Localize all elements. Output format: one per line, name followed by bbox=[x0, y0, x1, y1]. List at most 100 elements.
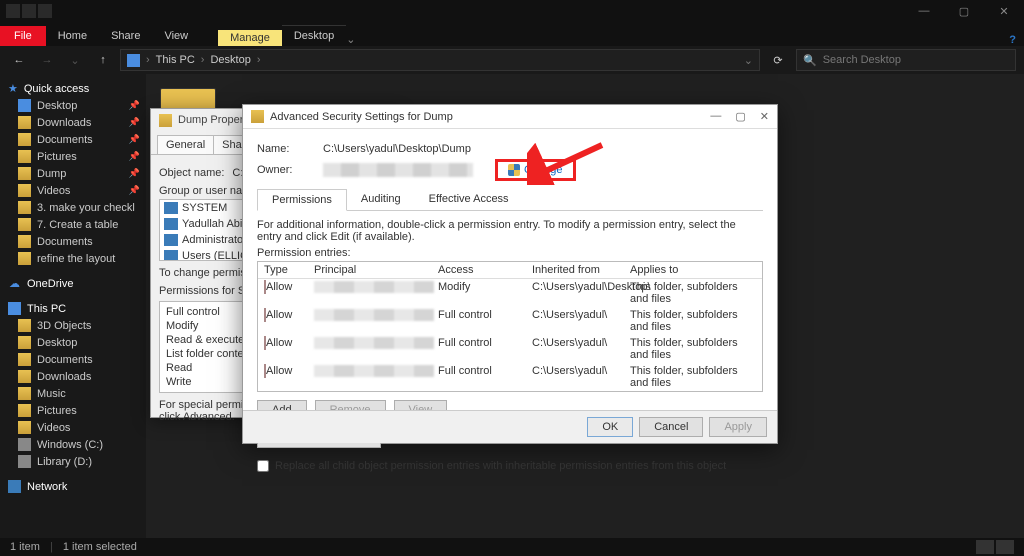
sidebar-item[interactable]: 3D Objects bbox=[0, 317, 146, 334]
maximize-button[interactable]: ▢ bbox=[944, 0, 984, 22]
sidebar-item[interactable]: Downloads bbox=[0, 368, 146, 385]
security-icon bbox=[264, 308, 266, 322]
sidebar-item[interactable]: Videos📌 bbox=[0, 182, 146, 199]
tab-permissions[interactable]: Permissions bbox=[257, 189, 347, 211]
close-button[interactable]: ✕ bbox=[984, 0, 1024, 22]
tab-effective-access[interactable]: Effective Access bbox=[415, 189, 523, 210]
sidebar-item[interactable]: refine the layout bbox=[0, 250, 146, 267]
qat-icon-3[interactable] bbox=[38, 4, 52, 18]
owner-label: Owner: bbox=[257, 164, 307, 176]
permission-grid[interactable]: Type Principal Access Inherited from App… bbox=[257, 261, 763, 392]
address-bar: ← → ⌄ ↑ › This PC › Desktop › ⌄ ⟳ 🔍 Sear… bbox=[0, 46, 1024, 74]
sidebar-item-label: refine the layout bbox=[37, 253, 115, 265]
pin-icon: 📌 bbox=[129, 117, 140, 128]
close-button[interactable]: ✕ bbox=[760, 110, 769, 123]
titlebar: — ▢ ✕ bbox=[0, 0, 1024, 22]
sidebar-item[interactable]: Desktop📌 bbox=[0, 97, 146, 114]
sidebar-item-label: Documents bbox=[37, 354, 93, 366]
folder-icon bbox=[18, 404, 31, 417]
maximize-button[interactable]: ▢ bbox=[735, 110, 745, 123]
sidebar-item-label: Videos bbox=[37, 422, 70, 434]
principal-blurred bbox=[314, 365, 434, 377]
address-dropdown-icon[interactable]: ⌄ bbox=[744, 54, 753, 67]
breadcrumb-desktop[interactable]: Desktop bbox=[210, 54, 250, 66]
cancel-button[interactable]: Cancel bbox=[639, 417, 703, 437]
minimize-button[interactable]: — bbox=[904, 0, 944, 22]
pin-icon: 📌 bbox=[129, 151, 140, 162]
change-owner-link[interactable]: Change bbox=[524, 164, 563, 176]
nav-back-button[interactable]: ← bbox=[8, 49, 30, 71]
pc-icon bbox=[127, 54, 140, 67]
sidebar-item[interactable]: Library (D:) bbox=[0, 453, 146, 470]
sidebar-item[interactable]: Windows (C:) bbox=[0, 436, 146, 453]
sidebar-item[interactable]: Pictures bbox=[0, 402, 146, 419]
folder-icon bbox=[18, 99, 31, 112]
nav-recent-icon[interactable]: ⌄ bbox=[64, 49, 86, 71]
sidebar-item[interactable]: Downloads📌 bbox=[0, 114, 146, 131]
table-row[interactable]: AllowFull controlC:\Users\yadul\This fol… bbox=[258, 363, 762, 391]
col-access[interactable]: Access bbox=[438, 264, 528, 276]
sidebar-item[interactable]: Music bbox=[0, 385, 146, 402]
table-row[interactable]: AllowModifyC:\Users\yadul\Desktop\This f… bbox=[258, 279, 762, 307]
sidebar-item[interactable]: Documents bbox=[0, 351, 146, 368]
minimize-button[interactable]: — bbox=[710, 110, 721, 123]
adv-subtabs: Permissions Auditing Effective Access bbox=[257, 189, 763, 211]
help-icon[interactable]: ? bbox=[1009, 34, 1016, 46]
desktop-tab[interactable]: Desktop bbox=[282, 25, 346, 46]
adv-title-bar[interactable]: Advanced Security Settings for Dump — ▢ … bbox=[243, 105, 777, 129]
file-tab[interactable]: File bbox=[0, 26, 46, 46]
col-type[interactable]: Type bbox=[264, 264, 310, 276]
sidebar-item[interactable]: Desktop bbox=[0, 334, 146, 351]
disk-icon bbox=[18, 438, 31, 451]
col-applies[interactable]: Applies to bbox=[630, 264, 756, 276]
sidebar-item-label: Documents bbox=[37, 236, 93, 248]
folder-icon bbox=[18, 421, 31, 434]
search-icon: 🔍 bbox=[803, 54, 817, 67]
refresh-button[interactable]: ⟳ bbox=[766, 49, 790, 71]
sidebar-item[interactable]: Pictures 📌 bbox=[0, 148, 146, 165]
ok-button[interactable]: OK bbox=[587, 417, 633, 437]
sidebar-item[interactable]: 3. make your checkl bbox=[0, 199, 146, 216]
address-input[interactable]: › This PC › Desktop › ⌄ bbox=[120, 49, 760, 71]
folder-icon bbox=[18, 201, 31, 214]
user-icon bbox=[164, 250, 178, 261]
folder-icon bbox=[18, 235, 31, 248]
sidebar-item[interactable]: 7. Create a table bbox=[0, 216, 146, 233]
view-details-icon[interactable] bbox=[976, 540, 994, 554]
folder-icon bbox=[18, 184, 31, 197]
view-tab[interactable]: View bbox=[152, 26, 200, 46]
col-principal[interactable]: Principal bbox=[314, 264, 434, 276]
sidebar-item-label: 3. make your checkl bbox=[37, 202, 135, 214]
replace-children-checkbox[interactable] bbox=[257, 460, 269, 472]
home-tab[interactable]: Home bbox=[46, 26, 99, 46]
apply-button[interactable]: Apply bbox=[709, 417, 767, 437]
sidebar-item-label: Pictures bbox=[37, 151, 77, 163]
nav-forward-button[interactable]: → bbox=[36, 49, 58, 71]
view-icons-icon[interactable] bbox=[996, 540, 1014, 554]
table-row[interactable]: AllowFull controlC:\Users\yadul\This fol… bbox=[258, 307, 762, 335]
onedrive-header[interactable]: ☁OneDrive bbox=[0, 275, 146, 292]
breadcrumb-thispc[interactable]: This PC bbox=[156, 54, 195, 66]
col-inherited[interactable]: Inherited from bbox=[532, 264, 626, 276]
tab-auditing[interactable]: Auditing bbox=[347, 189, 415, 210]
ribbon: File Home Share View Manage Desktop ⌄ ? bbox=[0, 22, 1024, 46]
sidebar-item[interactable]: Documents📌 bbox=[0, 131, 146, 148]
principal-blurred bbox=[314, 281, 434, 293]
nav-up-button[interactable]: ↑ bbox=[92, 49, 114, 71]
sidebar-item[interactable]: Documents bbox=[0, 233, 146, 250]
sidebar-item[interactable]: Videos bbox=[0, 419, 146, 436]
search-input[interactable]: 🔍 Search Desktop bbox=[796, 49, 1016, 71]
network-header[interactable]: Network bbox=[0, 478, 146, 495]
name-value: C:\Users\yadul\Desktop\Dump bbox=[323, 143, 471, 155]
tab-general[interactable]: General bbox=[157, 135, 214, 154]
ribbon-collapse-icon[interactable]: ⌄ bbox=[346, 33, 355, 46]
sidebar-item-label: Documents bbox=[37, 134, 93, 146]
folder-icon bbox=[251, 110, 264, 123]
thispc-header[interactable]: This PC bbox=[0, 300, 146, 317]
share-tab[interactable]: Share bbox=[99, 26, 152, 46]
table-row[interactable]: AllowFull controlC:\Users\yadul\This fol… bbox=[258, 335, 762, 363]
qat-icon-1[interactable] bbox=[6, 4, 20, 18]
quick-access-header[interactable]: ★Quick access bbox=[0, 80, 146, 97]
sidebar-item[interactable]: Dump📌 bbox=[0, 165, 146, 182]
qat-icon-2[interactable] bbox=[22, 4, 36, 18]
